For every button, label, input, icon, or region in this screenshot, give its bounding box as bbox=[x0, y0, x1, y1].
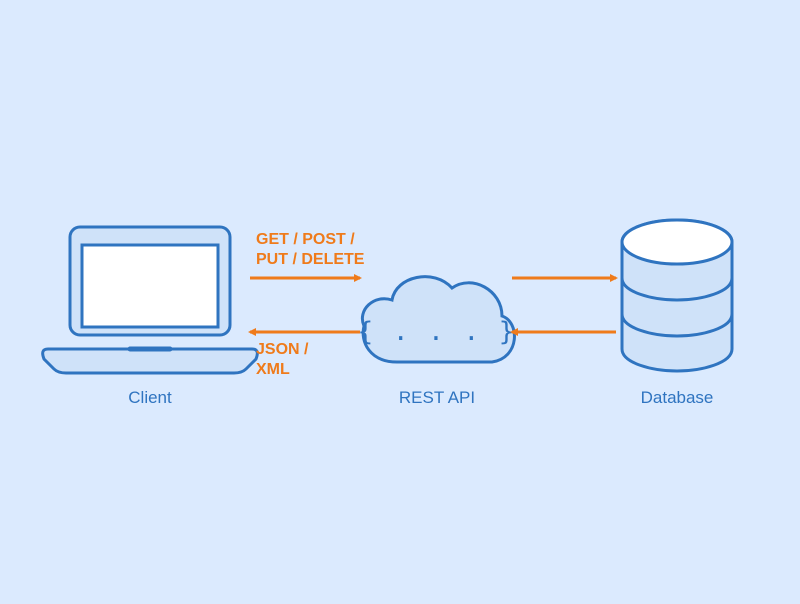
arrows-layer bbox=[0, 0, 800, 604]
request-methods-label: GET / POST / PUT / DELETE bbox=[256, 230, 364, 270]
diagram-stage: Client { . . . } REST API Database GET bbox=[0, 0, 800, 604]
response-format-label: JSON / XML bbox=[256, 340, 308, 380]
